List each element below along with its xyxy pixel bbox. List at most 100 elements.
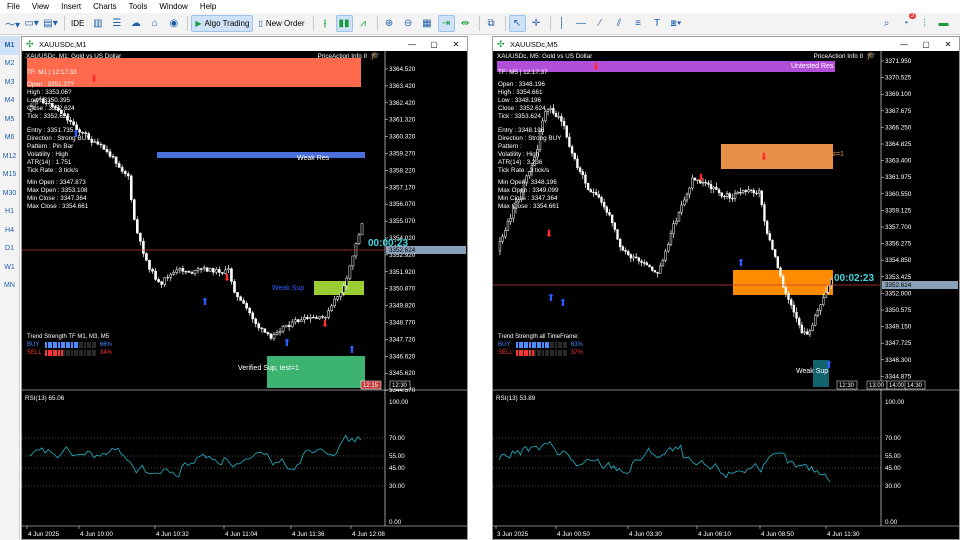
timeframe-m12[interactable]: M12 (0, 147, 19, 166)
menu-tools[interactable]: Tools (125, 2, 156, 11)
signal-strength-icon[interactable]: ⫶ (916, 15, 933, 32)
candle (218, 266, 221, 277)
shapes-icon[interactable]: ⧆▾ (668, 15, 685, 32)
candle (757, 187, 761, 198)
candle (616, 229, 619, 241)
notifications-icon[interactable]: ◔ 3 (897, 13, 916, 32)
timeframe-m30[interactable]: M30 (0, 184, 19, 203)
vps-icon[interactable]: ⌂ (146, 15, 163, 32)
maximize-icon[interactable]: ▢ (915, 40, 937, 49)
cloud-icon[interactable]: ☁ (127, 15, 144, 32)
timeframe-h4[interactable]: H4 (0, 221, 19, 240)
market-watch-icon[interactable]: ▥ (89, 15, 106, 32)
close-icon[interactable]: ✕ (937, 40, 959, 49)
candle (233, 279, 236, 294)
horizontal-line-icon[interactable]: — (573, 15, 590, 32)
timeframe-m15[interactable]: M15 (0, 166, 19, 185)
toolbar-separator (64, 16, 65, 31)
candle (811, 322, 814, 332)
data-window-icon[interactable]: ☰ (108, 15, 125, 32)
timeframe-m5[interactable]: M5 (0, 110, 19, 129)
timeframe-d1[interactable]: D1 (0, 240, 19, 259)
autoscroll-icon[interactable]: ⇥ (437, 15, 455, 32)
terminal-app: File View Insert Charts Tools Window Hel… (0, 0, 960, 540)
candlestick-icon[interactable]: ▮▮ (335, 15, 353, 32)
timeframe-mn[interactable]: MN (0, 277, 19, 296)
candle (272, 332, 276, 341)
zone-label: Verified Sup, test=1 (238, 365, 299, 372)
close-icon[interactable]: ✕ (445, 40, 467, 49)
candle (193, 269, 197, 277)
price-axis-label: 3359.125 (885, 207, 912, 214)
ohlc-line: Low : 3350.395 (27, 97, 71, 104)
account-icon[interactable]: ▬ (935, 15, 952, 32)
signal-line: Volatility : High (27, 151, 69, 158)
ide-button[interactable]: IDE (68, 15, 87, 32)
menu-insert[interactable]: Insert (57, 2, 89, 11)
timeframe-m4[interactable]: M4 (0, 92, 19, 111)
timeframe-m6[interactable]: M6 (0, 129, 19, 148)
new-order-button[interactable]: ▯ New Order (255, 15, 307, 32)
new-chart-icon[interactable]: ▭▾ (23, 15, 40, 32)
time-axis-label: 4 Jun 10:00 (80, 531, 113, 538)
bar-chart-icon[interactable]: ⫲ (317, 15, 334, 32)
search-icon[interactable]: ⌕ (878, 15, 895, 32)
candle (129, 174, 133, 203)
timeframe-h1[interactable]: H1 (0, 203, 19, 222)
rsi-line (498, 441, 831, 483)
crosshair-icon[interactable]: ✛ (528, 15, 545, 32)
timeframe-m3[interactable]: M3 (0, 73, 19, 92)
candle (771, 239, 774, 251)
fibonacci-icon[interactable]: ≡ (630, 15, 647, 32)
timeframe-w1[interactable]: W1 (0, 258, 19, 277)
chart-shift-icon[interactable]: ⇹ (457, 15, 474, 32)
text-icon[interactable]: T (649, 15, 666, 32)
time-axis-label: 4 Jun 00:50 (557, 531, 590, 538)
trendline-icon[interactable]: ⁄ (592, 15, 609, 32)
candle (621, 245, 625, 252)
zone-label: Weak Res (297, 155, 330, 162)
rsi-level-label: 0.00 (885, 519, 898, 526)
candle (586, 182, 590, 191)
candle (263, 328, 267, 333)
time-axis-label: 4 Jun 12:08 (352, 531, 385, 538)
indicator-name: PriceAction Info II (317, 53, 367, 60)
vertical-line-icon[interactable]: │ (554, 15, 571, 32)
line-chart-icon[interactable]: ⩘ (355, 15, 372, 32)
chart-type-icon[interactable]: 〜▾ (4, 15, 21, 32)
profiles-icon[interactable]: ▤▾ (42, 15, 59, 32)
time-mark-label: 12:15 (363, 383, 379, 389)
menu-help[interactable]: Help (196, 2, 224, 11)
candle (610, 214, 614, 227)
minimize-icon[interactable]: — (893, 40, 915, 49)
candle (800, 322, 804, 334)
buy-label: BUY (27, 342, 40, 348)
candle (99, 142, 103, 149)
minimize-icon[interactable]: — (401, 40, 423, 49)
cursor-icon[interactable]: ↖ (508, 15, 526, 32)
screenshot-icon[interactable]: ⧉ (483, 15, 500, 32)
time-mark-label: 14:30 (907, 383, 923, 389)
chart-area[interactable]: ⬇ ⬇ ⬇ ⬆ ⬆ ⬆ ⬇ ⬆ 3371.950 3370.525 3369.100 3367.675… (493, 51, 959, 539)
chart-area[interactable]: ⬇ ⬆ ⬇ ⬆ ⬆ ⬇ ⬆ 3364.520 3363.420 3362.420 3361.320 3… (22, 51, 467, 539)
rsi-level-label: 70.00 (885, 435, 901, 442)
timeframe-m2[interactable]: M2 (0, 55, 19, 74)
channel-icon[interactable]: ⫽ (611, 15, 628, 32)
indicator-hat-icon: 🎓 (370, 51, 380, 60)
menu-window[interactable]: Window (155, 2, 195, 11)
maximize-icon[interactable]: ▢ (423, 40, 445, 49)
candle (651, 266, 654, 272)
algo-trading-button[interactable]: ▶ Algo Trading (191, 15, 254, 32)
candle (725, 190, 729, 200)
menu-file[interactable]: File (3, 2, 28, 11)
zoom-out-icon[interactable]: ⊖ (400, 15, 417, 32)
menu-view[interactable]: View (28, 2, 57, 11)
signals-icon[interactable]: ◉ (165, 15, 182, 32)
sell-arrow-icon: ⬇ (223, 273, 231, 284)
timeframe-m1[interactable]: M1 (0, 36, 19, 55)
rsi-title: RSI(13) 53.89 (496, 395, 536, 402)
price-axis-label: 3369.100 (885, 91, 912, 98)
menu-charts[interactable]: Charts (89, 2, 125, 11)
tile-windows-icon[interactable]: ▦ (419, 15, 436, 32)
zoom-in-icon[interactable]: ⊕ (381, 15, 398, 32)
